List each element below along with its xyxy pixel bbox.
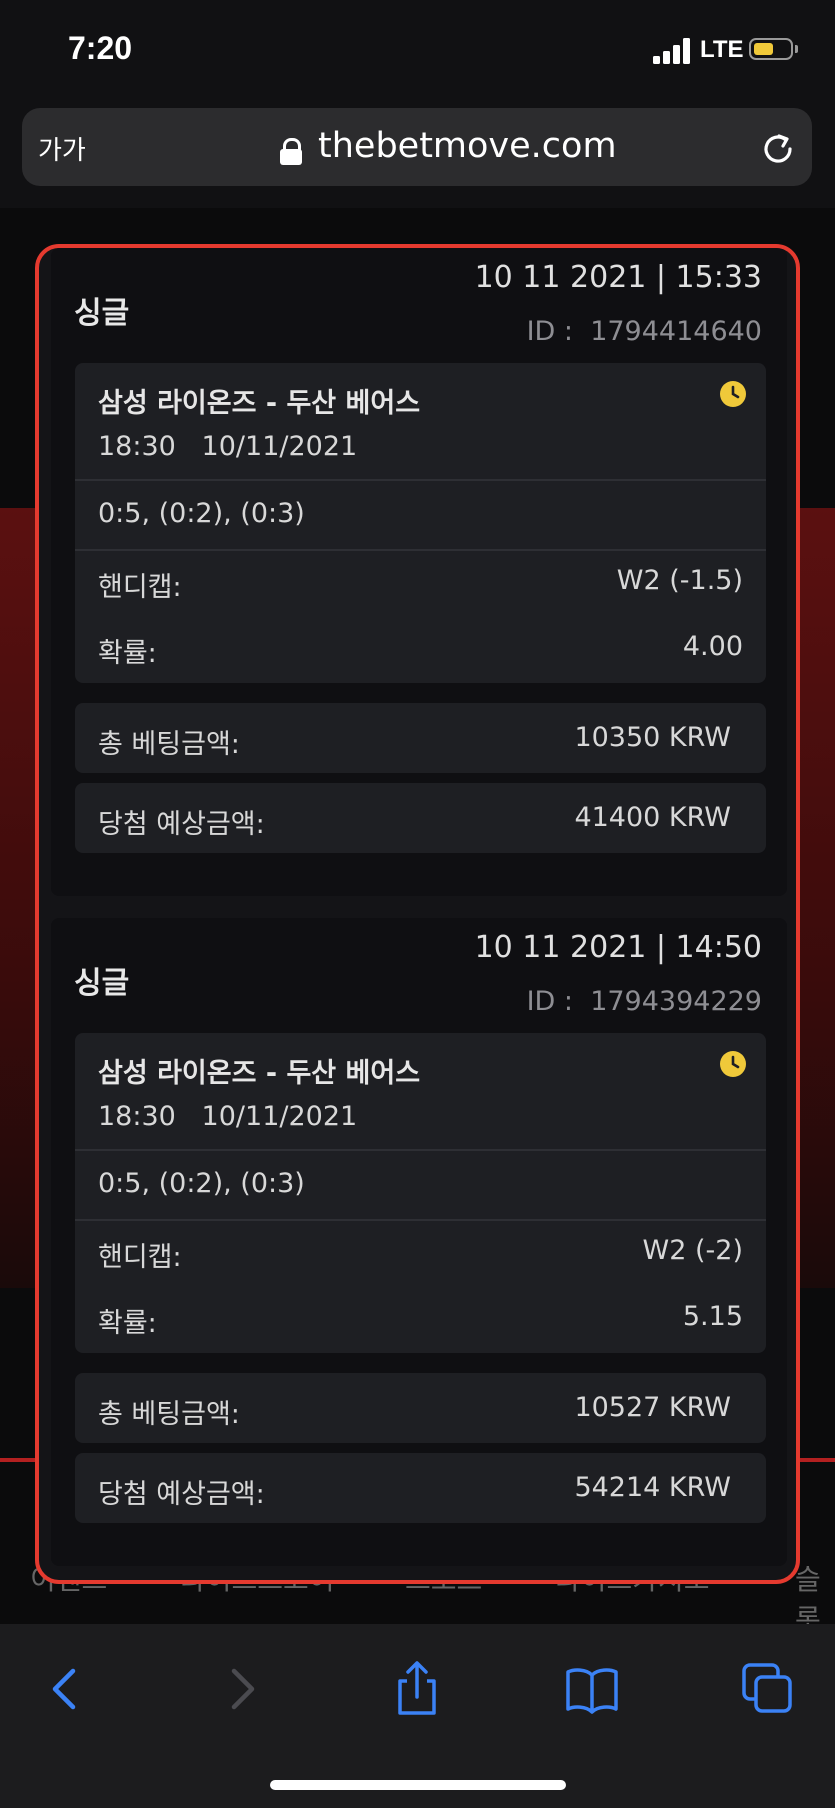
market-label: 핸디캡: (98, 1242, 182, 1273)
market-label: 핸디캡: (98, 572, 182, 603)
network-label: LTE (700, 36, 744, 63)
clock-icon (720, 1051, 746, 1077)
url-text[interactable]: thebetmove.com (318, 126, 617, 166)
bet-history-modal: 싱글 10 11 2021 | 15:33 ID : 1794414640 삼성… (35, 244, 800, 1584)
bet-type: 싱글 (74, 966, 130, 1001)
stake-label: 총 베팅금액: (98, 729, 240, 760)
divider (75, 1149, 766, 1151)
match-score: 0:5, (0:2), (0:3) (98, 498, 305, 529)
bet-card: 싱글 10 11 2021 | 14:50 ID : 1794394229 삼성… (51, 918, 787, 1566)
signal-icon (653, 38, 693, 64)
payout-row: 당첨 예상금액: 41400 KRW (75, 783, 766, 853)
market-value: W2 (-2) (642, 1235, 743, 1266)
match-score: 0:5, (0:2), (0:3) (98, 1168, 305, 1199)
address-bar[interactable]: 가가 thebetmove.com (22, 108, 812, 186)
home-indicator[interactable] (270, 1780, 566, 1790)
tabs-icon[interactable] (738, 1659, 798, 1719)
bet-id-label: ID : (526, 316, 574, 347)
bet-datetime: 10 11 2021 | 15:33 (474, 260, 762, 295)
odds-label: 확률: (98, 1308, 157, 1339)
bet-id: 1794394229 (590, 986, 762, 1017)
reload-icon[interactable] (757, 128, 799, 170)
match-name: 삼성 라이온즈 - 두산 베어스 (98, 1058, 421, 1089)
payout-label: 당첨 예상금액: (98, 809, 265, 840)
event-box: 삼성 라이온즈 - 두산 베어스 18:30 10/11/2021 0:5, (… (75, 1033, 766, 1353)
bet-id-line: ID : 1794414640 (527, 316, 762, 347)
stake-row: 총 베팅금액: 10527 KRW (75, 1373, 766, 1443)
lock-icon (280, 138, 302, 165)
odds-value: 5.15 (682, 1301, 743, 1332)
kickoff-time: 18:30 10/11/2021 (98, 431, 358, 462)
odds-label: 확률: (98, 638, 157, 669)
payout-row: 당첨 예상금액: 54214 KRW (75, 1453, 766, 1523)
bet-card: 싱글 10 11 2021 | 15:33 ID : 1794414640 삼성… (51, 248, 787, 896)
back-icon[interactable] (35, 1659, 95, 1719)
payout-label: 당첨 예상금액: (98, 1479, 265, 1510)
kickoff-time: 18:30 10/11/2021 (98, 1101, 358, 1132)
stake-label: 총 베팅금액: (98, 1399, 240, 1430)
event-box: 삼성 라이온즈 - 두산 베어스 18:30 10/11/2021 0:5, (… (75, 363, 766, 683)
status-time: 7:20 (68, 30, 133, 66)
market-value: W2 (-1.5) (616, 565, 743, 596)
bet-type: 싱글 (74, 296, 130, 331)
divider (75, 1219, 766, 1221)
bet-id: 1794414640 (590, 316, 762, 347)
payout-value: 41400 KRW (574, 802, 731, 833)
stake-value: 10350 KRW (574, 722, 731, 753)
match-name: 삼성 라이온즈 - 두산 베어스 (98, 388, 421, 419)
bet-id-line: ID : 1794394229 (527, 986, 762, 1017)
stake-value: 10527 KRW (574, 1392, 731, 1423)
bet-datetime: 10 11 2021 | 14:50 (474, 930, 762, 965)
odds-value: 4.00 (682, 631, 743, 662)
stake-row: 총 베팅금액: 10350 KRW (75, 703, 766, 773)
text-size-button[interactable]: 가가 (38, 130, 86, 167)
browser-address-area: 가가 thebetmove.com (0, 100, 835, 208)
divider (75, 479, 766, 481)
share-icon[interactable] (387, 1659, 447, 1719)
forward-icon[interactable] (212, 1659, 272, 1719)
status-bar: 7:20 LTE (0, 0, 835, 100)
clock-icon (720, 381, 746, 407)
divider (75, 549, 766, 551)
bet-id-label: ID : (526, 986, 574, 1017)
payout-value: 54214 KRW (574, 1472, 731, 1503)
bookmarks-icon[interactable] (562, 1659, 622, 1719)
battery-icon (749, 38, 798, 60)
